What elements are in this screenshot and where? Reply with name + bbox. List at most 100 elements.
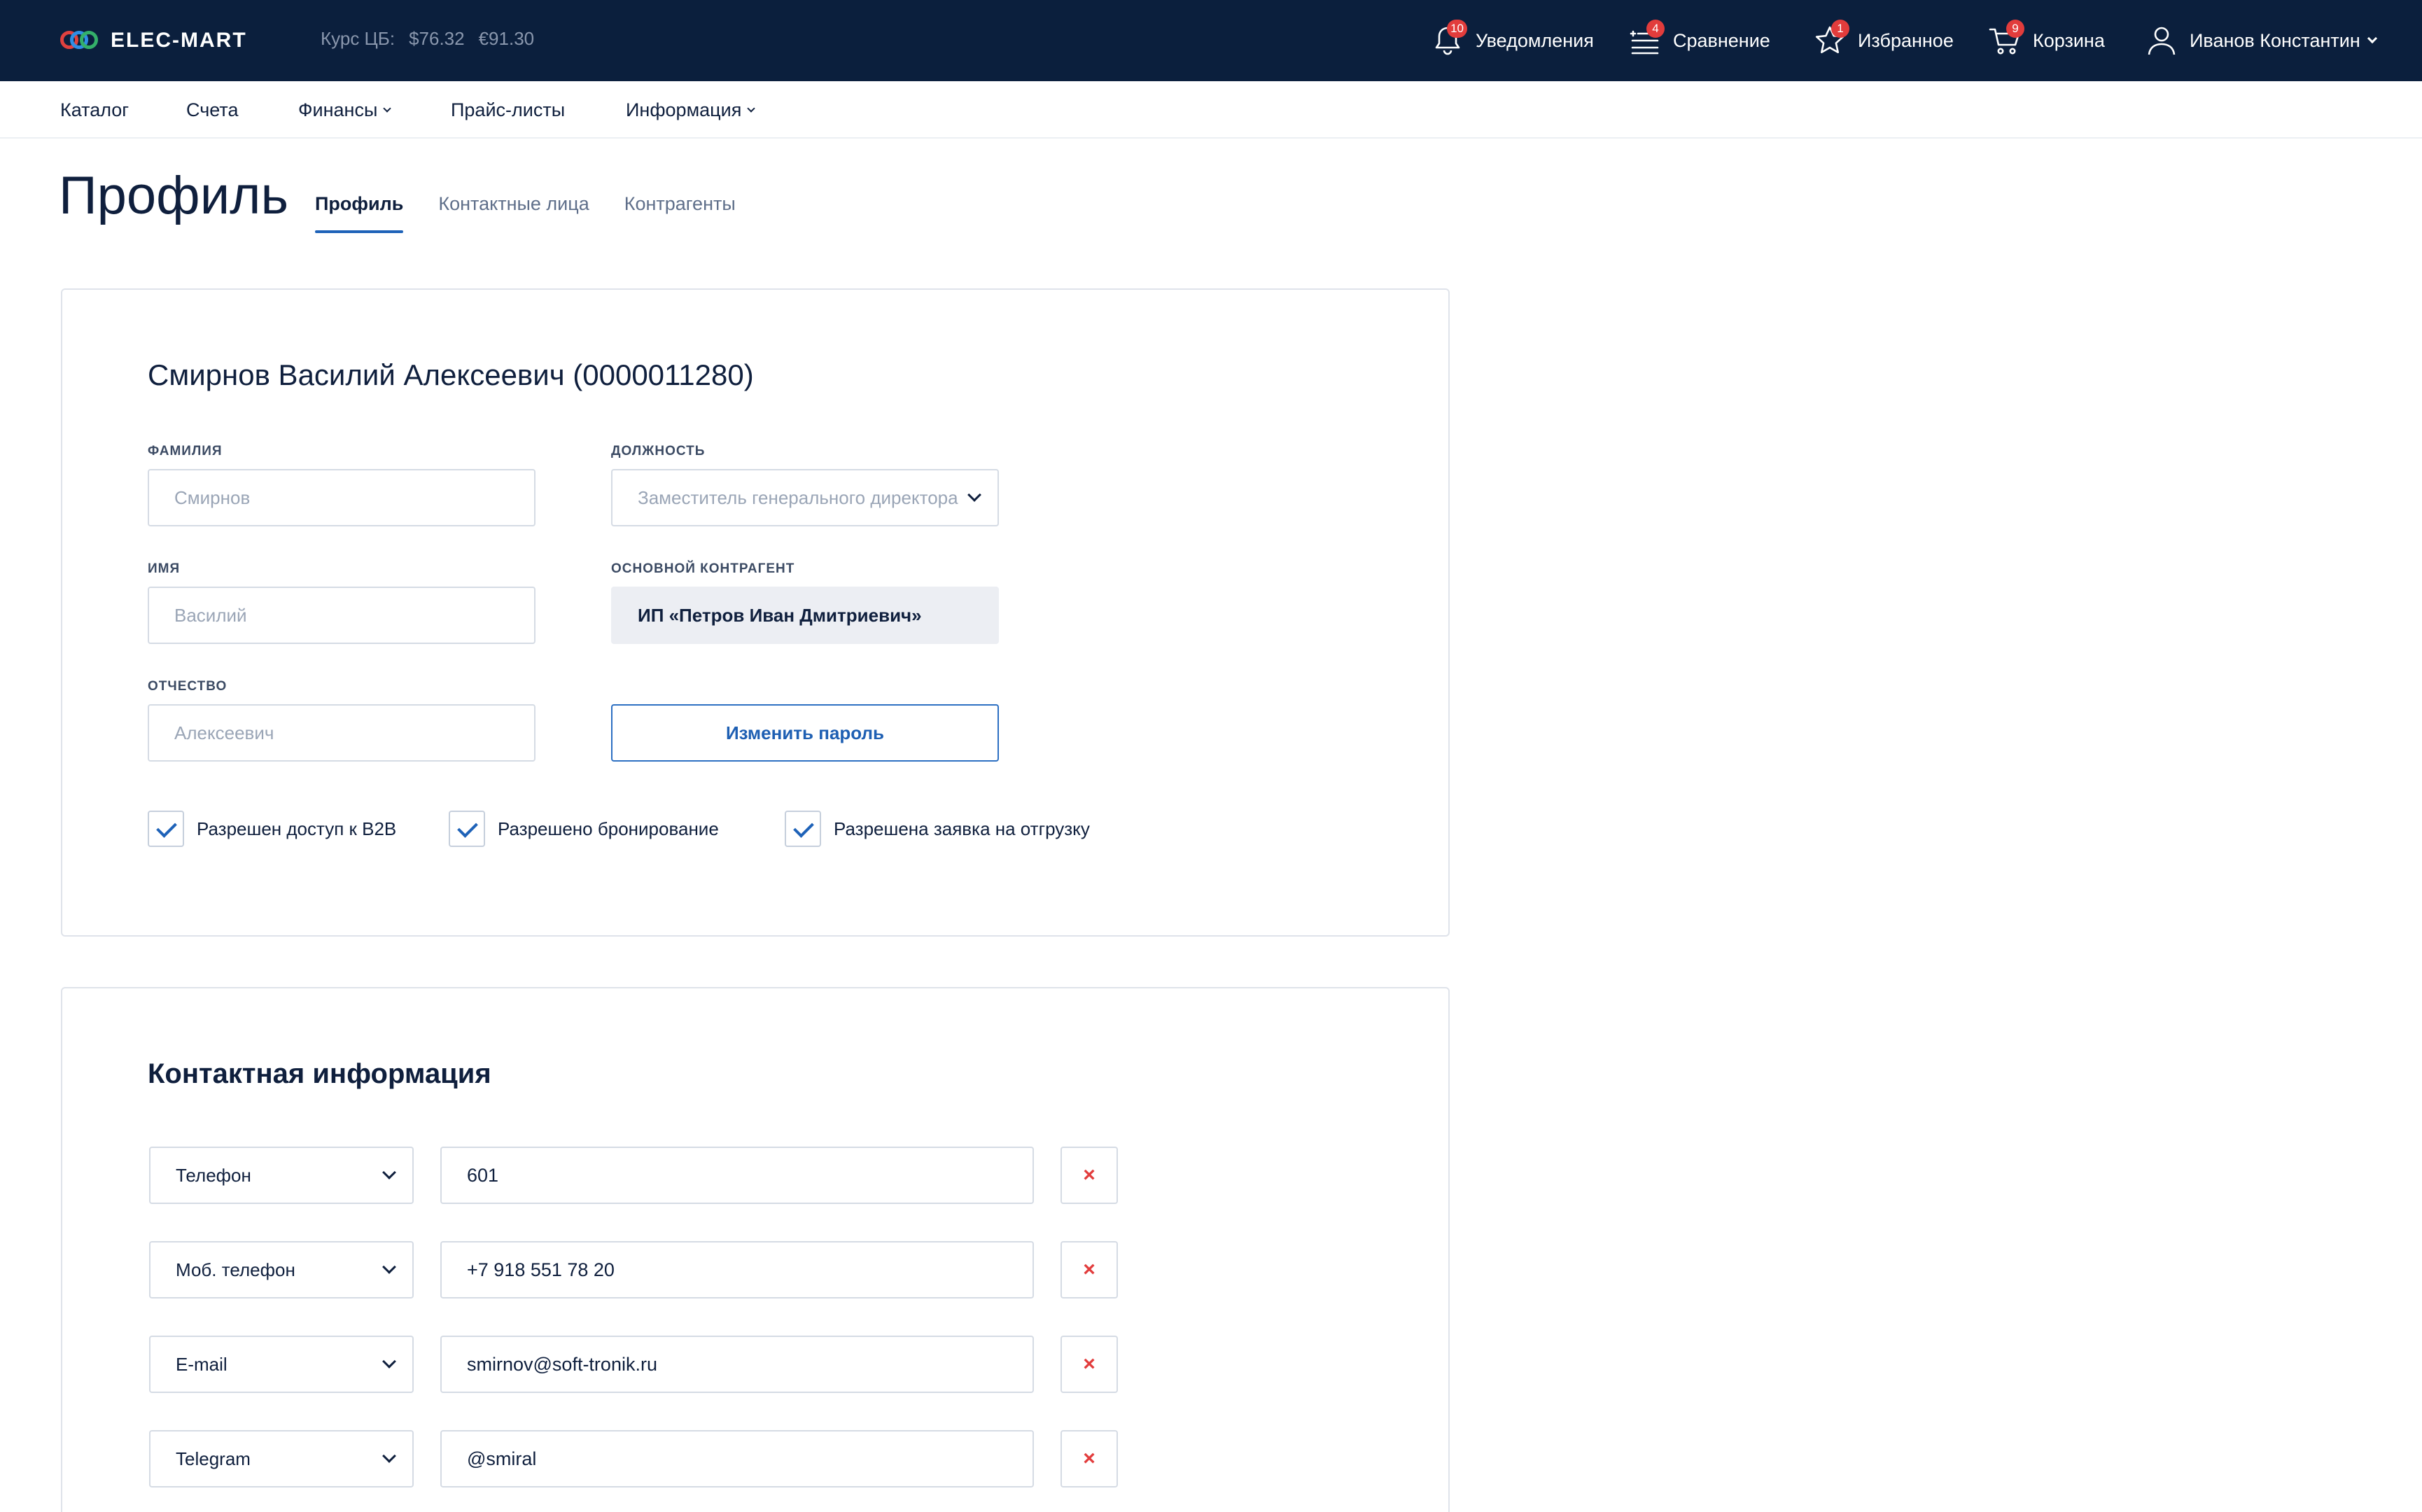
compare-badge: 4: [1646, 20, 1665, 38]
contact-type-select[interactable]: Telegram: [149, 1430, 414, 1488]
counterparty-value: ИП «Петров Иван Дмитриевич»: [638, 604, 922, 626]
person-title: Смирнов Василий Алексеевич (0000011280): [148, 358, 754, 391]
menu-item-information[interactable]: Информация: [626, 99, 755, 121]
delete-contact-button[interactable]: ×: [1060, 1336, 1118, 1393]
chevron-down-icon: [382, 1260, 396, 1274]
position-select[interactable]: Заместитель генерального директора: [611, 469, 999, 526]
profile-card: Смирнов Василий Алексеевич (0000011280) …: [61, 288, 1450, 937]
middle-name-placeholder: Алексеевич: [174, 722, 274, 743]
contact-row: Телефон 601 ×: [149, 1147, 1118, 1204]
compare-label: Сравнение: [1673, 29, 1770, 51]
user-name: Иванов Константин: [2190, 29, 2360, 51]
star-icon: 1: [1813, 20, 1849, 57]
menu-item-invoices[interactable]: Счета: [186, 99, 238, 121]
tab-contact-persons[interactable]: Контактные лица: [438, 193, 589, 233]
menu-item-catalog[interactable]: Каталог: [60, 99, 129, 121]
logo[interactable]: ELEC-MART: [60, 25, 247, 56]
profile-tabs: Профиль Контактные лица Контрагенты: [315, 193, 736, 233]
middle-name-field[interactable]: Алексеевич: [148, 704, 536, 762]
contact-type-select[interactable]: Телефон: [149, 1147, 414, 1204]
contacts-title: Контактная информация: [148, 1058, 491, 1089]
counterparty-field: ИП «Петров Иван Дмитриевич»: [611, 587, 999, 644]
favorites-link[interactable]: 1 Избранное: [1813, 0, 1954, 81]
chevron-down-icon: [382, 1354, 396, 1368]
contact-value: 601: [467, 1164, 499, 1186]
first-name-placeholder: Василий: [174, 604, 247, 626]
chevron-down-icon: [747, 104, 755, 113]
last-name-placeholder: Смирнов: [174, 486, 251, 508]
notifications-link[interactable]: 10 Уведомления: [1431, 0, 1594, 81]
last-name-label: Фамилия: [148, 444, 223, 458]
menu-item-label: Информация: [626, 99, 742, 120]
top-bar: ELEC-MART Курс ЦБ: $76.32 €91.30 10 Увед…: [0, 0, 2422, 81]
counterparty-label: Основной контрагент: [611, 561, 795, 576]
last-name-field[interactable]: Смирнов: [148, 469, 536, 526]
contact-type-value: Моб. телефон: [176, 1259, 295, 1280]
contact-row: Моб. телефон +7 918 551 78 20 ×: [149, 1241, 1118, 1298]
cart-link[interactable]: 9 Корзина: [1988, 0, 2105, 81]
contact-value-input[interactable]: @smiral: [440, 1430, 1034, 1488]
contact-value: +7 918 551 78 20: [467, 1259, 615, 1280]
tab-profile[interactable]: Профиль: [315, 193, 404, 233]
rate-eur: €91.30: [478, 28, 535, 49]
rate-usd: $76.32: [409, 28, 465, 49]
favorites-badge: 1: [1831, 20, 1849, 38]
contact-type-select[interactable]: E-mail: [149, 1336, 414, 1393]
user-icon: [2145, 24, 2178, 57]
page-title: Профиль: [59, 166, 289, 225]
first-name-label: Имя: [148, 561, 181, 576]
delete-contact-button[interactable]: ×: [1060, 1147, 1118, 1204]
contact-type-value: Telegram: [176, 1448, 251, 1469]
notifications-label: Уведомления: [1476, 29, 1594, 51]
middle-name-label: Отчество: [148, 679, 227, 694]
first-name-field[interactable]: Василий: [148, 587, 536, 644]
delete-contact-button[interactable]: ×: [1060, 1241, 1118, 1298]
notifications-badge: 10: [1447, 20, 1467, 38]
contact-row: Telegram @smiral ×: [149, 1430, 1118, 1488]
chevron-down-icon: [382, 1166, 396, 1180]
change-password-button[interactable]: Изменить пароль: [611, 704, 999, 762]
checkbox-checked-icon: [148, 811, 184, 847]
contact-value-input[interactable]: smirnov@soft-tronik.ru: [440, 1336, 1034, 1393]
contact-value: smirnov@soft-tronik.ru: [467, 1353, 657, 1375]
checkbox-checked-icon: [785, 811, 821, 847]
contact-type-select[interactable]: Моб. телефон: [149, 1241, 414, 1298]
checkbox-checked-icon: [449, 811, 485, 847]
contact-value-input[interactable]: +7 918 551 78 20: [440, 1241, 1034, 1298]
compare-link[interactable]: 4 Сравнение: [1628, 0, 1770, 81]
chevron-down-icon: [383, 104, 392, 113]
cart-icon: 9: [1988, 20, 2024, 57]
logo-icon: [60, 28, 99, 53]
contacts-card: Контактная информация Телефон 601 × Моб.…: [61, 987, 1450, 1512]
menu-item-label: Финансы: [298, 99, 378, 120]
menu-item-finance[interactable]: Финансы: [298, 99, 392, 121]
chevron-down-icon: [382, 1449, 396, 1463]
contact-type-value: Телефон: [176, 1164, 251, 1186]
position-label: Должность: [611, 444, 706, 458]
position-value: Заместитель генерального директора: [638, 486, 958, 508]
contact-value-input[interactable]: 601: [440, 1147, 1034, 1204]
checkbox-label: Разрешено бронирование: [498, 818, 719, 839]
tab-counterparties[interactable]: Контрагенты: [624, 193, 736, 233]
contact-value: @smiral: [467, 1448, 537, 1469]
checkbox-shipment-request[interactable]: Разрешена заявка на отгрузку: [785, 811, 1090, 847]
cart-label: Корзина: [2033, 29, 2105, 51]
delete-contact-button[interactable]: ×: [1060, 1430, 1118, 1488]
menu-item-label: Прайс-листы: [451, 99, 566, 120]
close-icon: ×: [1083, 1352, 1096, 1376]
menu-item-label: Счета: [186, 99, 239, 120]
menu-item-price-lists[interactable]: Прайс-листы: [451, 99, 565, 121]
exchange-rates: Курс ЦБ: $76.32 €91.30: [321, 28, 534, 50]
main-menu: Каталог Счета Финансы Прайс-листы Информ…: [0, 81, 2422, 139]
chevron-down-icon: [967, 488, 981, 502]
checkbox-b2b-access[interactable]: Разрешен доступ к B2B: [148, 811, 396, 847]
contact-type-value: E-mail: [176, 1353, 227, 1375]
close-icon: ×: [1083, 1258, 1096, 1281]
contact-row: E-mail smirnov@soft-tronik.ru ×: [149, 1336, 1118, 1393]
checkbox-booking[interactable]: Разрешено бронирование: [449, 811, 719, 847]
cart-badge: 9: [2006, 20, 2024, 38]
user-menu[interactable]: Иванов Константин: [2145, 0, 2377, 81]
rates-label: Курс ЦБ:: [321, 28, 396, 49]
bell-icon: 10: [1431, 20, 1467, 57]
logo-text: ELEC-MART: [111, 29, 247, 52]
